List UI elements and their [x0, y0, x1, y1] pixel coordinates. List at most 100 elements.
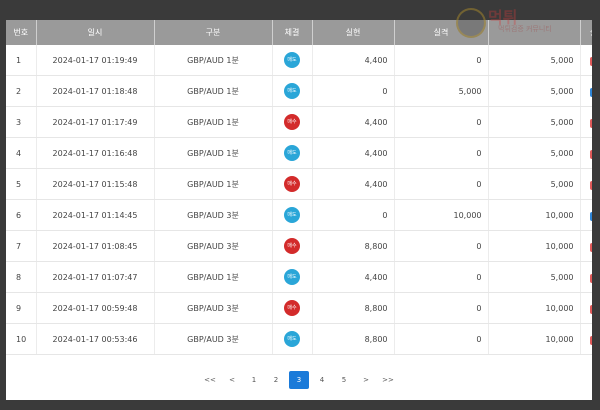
table-row[interactable]: 2 2024-01-17 01:18:48 GBP/AUD 1분 매도 0 5,000 5,…: [6, 75, 592, 107]
action-badge: 매도: [284, 145, 300, 161]
action-badge: 매도: [284, 269, 300, 285]
result-badge: 실현: [589, 118, 592, 128]
table-row[interactable]: 10 2024-01-17 00:53:46 GBP/AUD 3분 매도 8,800 0 1…: [6, 323, 592, 355]
result-badge: 실현: [589, 304, 592, 314]
result-badge: 실현: [589, 56, 592, 66]
row-action-cell: 매도: [272, 45, 313, 76]
row-type: GBP/AUD 1분: [154, 106, 273, 138]
row-datetime: 2024-01-17 00:53:46: [36, 323, 155, 355]
next-page-button[interactable]: >: [357, 371, 375, 389]
row-amount: 10,000: [488, 292, 581, 324]
action-badge: 매도: [284, 52, 300, 68]
row-amount: 10,000: [488, 230, 581, 262]
action-badge: 매도: [284, 83, 300, 99]
row-datetime: 2024-01-17 01:17:49: [36, 106, 155, 138]
row-type: GBP/AUD 1분: [154, 137, 273, 169]
row-number: 2: [6, 75, 37, 107]
row-loss: 5,000: [394, 75, 489, 107]
row-number: 9: [6, 292, 37, 324]
table-header-row: 번호일시구분체결실현실격 실패: [6, 20, 592, 45]
row-datetime: 2024-01-17 01:19:49: [36, 45, 155, 76]
row-number: 1: [6, 45, 37, 76]
row-result-cell: 실현: [580, 292, 592, 324]
row-result-cell: 실격: [580, 75, 592, 107]
row-number: 10: [6, 323, 37, 355]
row-number: 6: [6, 199, 37, 231]
page-button-5[interactable]: 5: [335, 371, 353, 389]
result-badge: 실현: [589, 149, 592, 159]
row-type: GBP/AUD 3분: [154, 230, 273, 262]
row-realized: 0: [312, 75, 395, 107]
row-result-cell: 실현: [580, 45, 592, 76]
result-badge: 실현: [589, 273, 592, 283]
row-amount: 5,000: [488, 45, 581, 76]
table-row[interactable]: 7 2024-01-17 01:08:45 GBP/AUD 3분 매수 8,800 0 10…: [6, 230, 592, 262]
row-number: 8: [6, 261, 37, 293]
row-loss: 0: [394, 106, 489, 138]
row-action-cell: 매도: [272, 199, 313, 231]
row-loss: 0: [394, 230, 489, 262]
row-loss: 0: [394, 45, 489, 76]
row-realized: 8,800: [312, 230, 395, 262]
row-datetime: 2024-01-17 01:07:47: [36, 261, 155, 293]
row-realized: 8,800: [312, 323, 395, 355]
row-action-cell: 매수: [272, 168, 313, 200]
row-result-cell: 실현: [580, 137, 592, 169]
row-type: GBP/AUD 1분: [154, 75, 273, 107]
column-header: 체결: [272, 20, 313, 45]
result-badge: 실격: [589, 211, 592, 221]
column-header: 실패: [580, 20, 592, 45]
row-loss: 0: [394, 137, 489, 169]
trade-history-table: 번호일시구분체결실현실격실패 12024-01-17 01:19:49GBP/A…: [6, 20, 592, 355]
row-type: GBP/AUD 1분: [154, 168, 273, 200]
row-type: GBP/AUD 3분: [154, 199, 273, 231]
first-page-button[interactable]: <<: [201, 371, 219, 389]
result-badge: 실현: [589, 242, 592, 252]
row-result-cell: 실현: [580, 230, 592, 262]
prev-page-button[interactable]: <: [223, 371, 241, 389]
row-amount: 10,000: [488, 323, 581, 355]
page-button-3[interactable]: 3: [289, 371, 309, 389]
table-row[interactable]: 8 2024-01-17 01:07:47 GBP/AUD 1분 매도 4,400 0 5,…: [6, 261, 592, 293]
action-badge: 매수: [284, 238, 300, 254]
page-button-1[interactable]: 1: [245, 371, 263, 389]
row-realized: 4,400: [312, 168, 395, 200]
row-action-cell: 매도: [272, 261, 313, 293]
row-action-cell: 매도: [272, 75, 313, 107]
table-row[interactable]: 1 2024-01-17 01:19:49 GBP/AUD 1분 매도 4,400 0 5,…: [6, 45, 592, 76]
row-action-cell: 매수: [272, 230, 313, 262]
table-row[interactable]: 5 2024-01-17 01:15:48 GBP/AUD 1분 매수 4,400 0 5,…: [6, 168, 592, 200]
table-row[interactable]: 9 2024-01-17 00:59:48 GBP/AUD 3분 매수 8,800 0 10…: [6, 292, 592, 324]
row-number: 5: [6, 168, 37, 200]
row-number: 7: [6, 230, 37, 262]
page-button-2[interactable]: 2: [267, 371, 285, 389]
row-amount: 10,000: [488, 199, 581, 231]
table-row[interactable]: 6 2024-01-17 01:14:45 GBP/AUD 3분 매도 0 10,000 1…: [6, 199, 592, 231]
action-badge: 매도: [284, 207, 300, 223]
table-row[interactable]: 4 2024-01-17 01:16:48 GBP/AUD 1분 매도 4,400 0 5,…: [6, 137, 592, 169]
row-loss: 0: [394, 261, 489, 293]
page-button-4[interactable]: 4: [313, 371, 331, 389]
table-row[interactable]: 3 2024-01-17 01:17:49 GBP/AUD 1분 매수 4,400 0 5,…: [6, 106, 592, 138]
row-loss: 0: [394, 168, 489, 200]
row-type: GBP/AUD 1분: [154, 261, 273, 293]
row-action-cell: 매수: [272, 292, 313, 324]
row-result-cell: 실현: [580, 168, 592, 200]
row-type: GBP/AUD 3분: [154, 292, 273, 324]
row-amount: 5,000: [488, 106, 581, 138]
column-header: 일시: [36, 20, 155, 45]
row-result-cell: 실현: [580, 323, 592, 355]
column-header: [488, 20, 581, 45]
last-page-button[interactable]: >>: [379, 371, 397, 389]
row-loss: 0: [394, 323, 489, 355]
row-action-cell: 매도: [272, 137, 313, 169]
pagination: << <1 2 3 4 5 > >>: [6, 368, 592, 392]
action-badge: 매수: [284, 176, 300, 192]
column-header: 구분: [154, 20, 273, 45]
row-datetime: 2024-01-17 01:16:48: [36, 137, 155, 169]
column-header: 실격: [394, 20, 489, 45]
row-realized: 4,400: [312, 45, 395, 76]
trade-history-panel: 번호일시구분체결실현실격실패 12024-01-17 01:19:49GBP/A…: [6, 20, 592, 400]
row-number: 4: [6, 137, 37, 169]
action-badge: 매수: [284, 300, 300, 316]
